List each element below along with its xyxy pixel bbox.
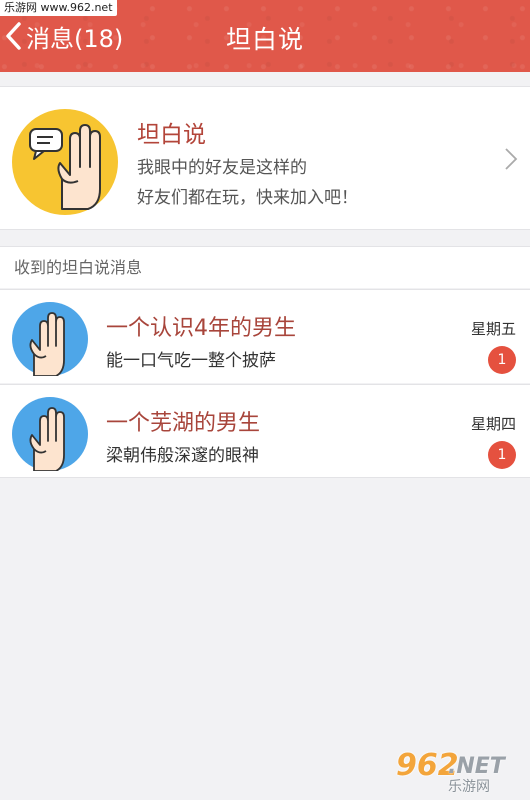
unread-badge: 1 bbox=[488, 441, 516, 469]
message-sender: 一个芜湖的男生 bbox=[106, 411, 261, 436]
promo-description: 我眼中的好友是这样的 bbox=[137, 158, 307, 178]
promo-title: 坦白说 bbox=[137, 122, 206, 148]
chevron-right-icon bbox=[505, 148, 518, 170]
promo-invite-text: 好友们都在玩，快来加入吧！ bbox=[137, 188, 358, 208]
watermark-cn: 乐游网 bbox=[448, 779, 490, 795]
message-day: 星期四 bbox=[470, 415, 516, 433]
site-watermark-logo: 962 .NET 乐游网 bbox=[396, 748, 522, 795]
message-preview: 能一口气吃一整个披萨 bbox=[106, 351, 276, 371]
page-title: 坦白说 bbox=[225, 25, 304, 54]
message-day: 星期五 bbox=[470, 320, 516, 338]
hand-chat-bubble-icon bbox=[12, 109, 118, 215]
unread-badge: 1 bbox=[488, 346, 516, 374]
message-list-item[interactable]: 一个认识4年的男生 能一口气吃一整个披萨 星期五 1 bbox=[0, 289, 530, 383]
male-hand-icon bbox=[12, 302, 88, 376]
received-messages-header: 收到的坦白说消息 bbox=[0, 246, 530, 288]
tanbaishuo-entry[interactable]: 坦白说 我眼中的好友是这样的 好友们都在玩，快来加入吧！ bbox=[0, 86, 530, 230]
message-sender: 一个认识4年的男生 bbox=[106, 316, 296, 341]
message-list-item[interactable]: 一个芜湖的男生 梁朝伟般深邃的眼神 星期四 1 bbox=[0, 384, 530, 478]
message-preview: 梁朝伟般深邃的眼神 bbox=[106, 446, 259, 466]
site-watermark-top: 乐游网 www.962.net bbox=[0, 0, 117, 16]
male-hand-icon bbox=[12, 397, 88, 471]
